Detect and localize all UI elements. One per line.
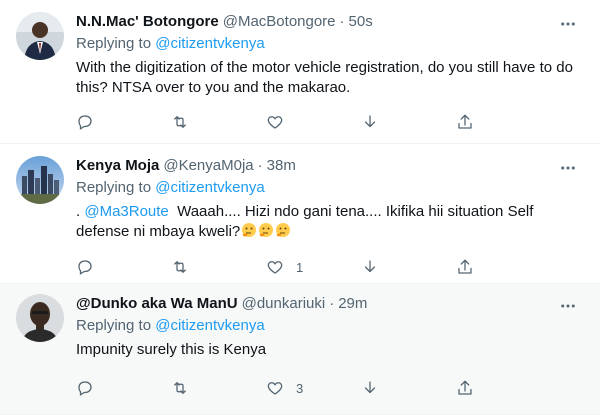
thinking-face-emoji-icon — [259, 223, 274, 237]
replying-prefix: Replying to — [76, 317, 152, 334]
reply-icon — [78, 115, 92, 130]
tweet-actions — [76, 112, 496, 132]
reply-icon — [78, 381, 92, 396]
arrow-down-icon — [364, 115, 376, 128]
replying-to-link[interactable]: @citizentvkenya — [155, 317, 264, 334]
replying-to-link[interactable]: @citizentvkenya — [155, 179, 264, 196]
tweet-text: Impunity surely this is Kenya — [76, 341, 267, 358]
tweet-text: . @Ma3Route Waaah.... Hizi ndo gani tena… — [76, 202, 584, 242]
download-button[interactable] — [361, 112, 401, 132]
avatar[interactable] — [16, 294, 64, 342]
tweet-time[interactable]: 50s — [349, 12, 373, 32]
more-options-icon[interactable] — [556, 158, 580, 178]
retweet-icon — [174, 261, 186, 273]
avatar-photo-city-skyline — [16, 156, 64, 204]
retweet-button[interactable] — [171, 378, 211, 398]
replying-to: Replying to @citizentvkenya — [76, 316, 584, 336]
share-button[interactable] — [456, 257, 496, 277]
user-handle[interactable]: @dunkariuki — [242, 294, 326, 314]
display-name[interactable]: Kenya Moja — [76, 156, 159, 176]
user-handle[interactable]: @MacBotongore — [223, 12, 336, 32]
heart-icon — [267, 116, 283, 129]
retweet-icon — [174, 116, 186, 128]
tweet-text: With the digitization of the motor vehic… — [76, 59, 573, 96]
separator-dot: · — [329, 295, 335, 312]
tweet-1[interactable]: N.N.Mac' Botongore @MacBotongore · 50s R… — [0, 0, 600, 144]
tweet-3[interactable]: @Dunko aka Wa ManU @dunkariuki · 29m Rep… — [0, 284, 600, 415]
share-icon — [458, 259, 472, 274]
retweet-button[interactable] — [171, 112, 211, 132]
share-button[interactable] — [456, 378, 496, 398]
display-name[interactable]: N.N.Mac' Botongore — [76, 12, 219, 32]
share-button[interactable] — [456, 112, 496, 132]
replying-prefix: Replying to — [76, 35, 152, 52]
like-button[interactable]: 1 — [266, 257, 306, 277]
replying-to: Replying to @citizentvkenya — [76, 34, 584, 54]
thinking-face-emoji-icon — [276, 223, 291, 237]
arrow-down-icon — [364, 260, 376, 273]
like-button[interactable] — [266, 112, 306, 132]
more-options-icon[interactable] — [556, 296, 580, 316]
reply-icon — [78, 260, 92, 275]
replying-to: Replying to @citizentvkenya — [76, 178, 584, 198]
download-button[interactable] — [361, 257, 401, 277]
reply-button[interactable] — [76, 112, 116, 132]
retweet-icon — [174, 382, 186, 394]
separator-dot: · — [339, 13, 345, 30]
like-button[interactable]: 3 — [266, 378, 306, 398]
tweet-actions: 3 — [76, 378, 496, 398]
download-button[interactable] — [361, 378, 401, 398]
avatar-photo-man-in-suit — [16, 12, 64, 60]
more-options-icon[interactable] — [556, 14, 580, 34]
like-count: 3 — [296, 380, 304, 396]
thinking-face-emoji-icon — [242, 223, 257, 237]
mention-link[interactable]: @Ma3Route — [84, 203, 168, 220]
tweet-time[interactable]: 29m — [338, 294, 367, 314]
reply-button[interactable] — [76, 378, 116, 398]
user-handle[interactable]: @KenyaM0ja — [163, 156, 253, 176]
avatar[interactable] — [16, 12, 64, 60]
heart-icon — [267, 382, 283, 395]
avatar-photo-man-portrait — [16, 294, 64, 342]
tweet-header: N.N.Mac' Botongore @MacBotongore · 50s — [76, 12, 584, 32]
tweet-actions: 1 — [76, 257, 496, 277]
like-count: 1 — [296, 259, 304, 275]
share-icon — [458, 380, 472, 395]
display-name[interactable]: @Dunko aka Wa ManU — [76, 294, 238, 314]
avatar[interactable] — [16, 156, 64, 204]
heart-icon — [267, 261, 283, 274]
separator-dot: · — [257, 157, 263, 174]
share-icon — [458, 114, 472, 129]
tweet-header: Kenya Moja @KenyaM0ja · 38m — [76, 156, 584, 176]
tweet-header: @Dunko aka Wa ManU @dunkariuki · 29m — [76, 294, 584, 314]
reply-button[interactable] — [76, 257, 116, 277]
tweet-time[interactable]: 38m — [267, 156, 296, 176]
replying-prefix: Replying to — [76, 179, 152, 196]
tweet-2[interactable]: Kenya Moja @KenyaM0ja · 38m Replying to … — [0, 144, 600, 284]
retweet-button[interactable] — [171, 257, 211, 277]
replying-to-link[interactable]: @citizentvkenya — [155, 35, 264, 52]
arrow-down-icon — [364, 381, 376, 394]
